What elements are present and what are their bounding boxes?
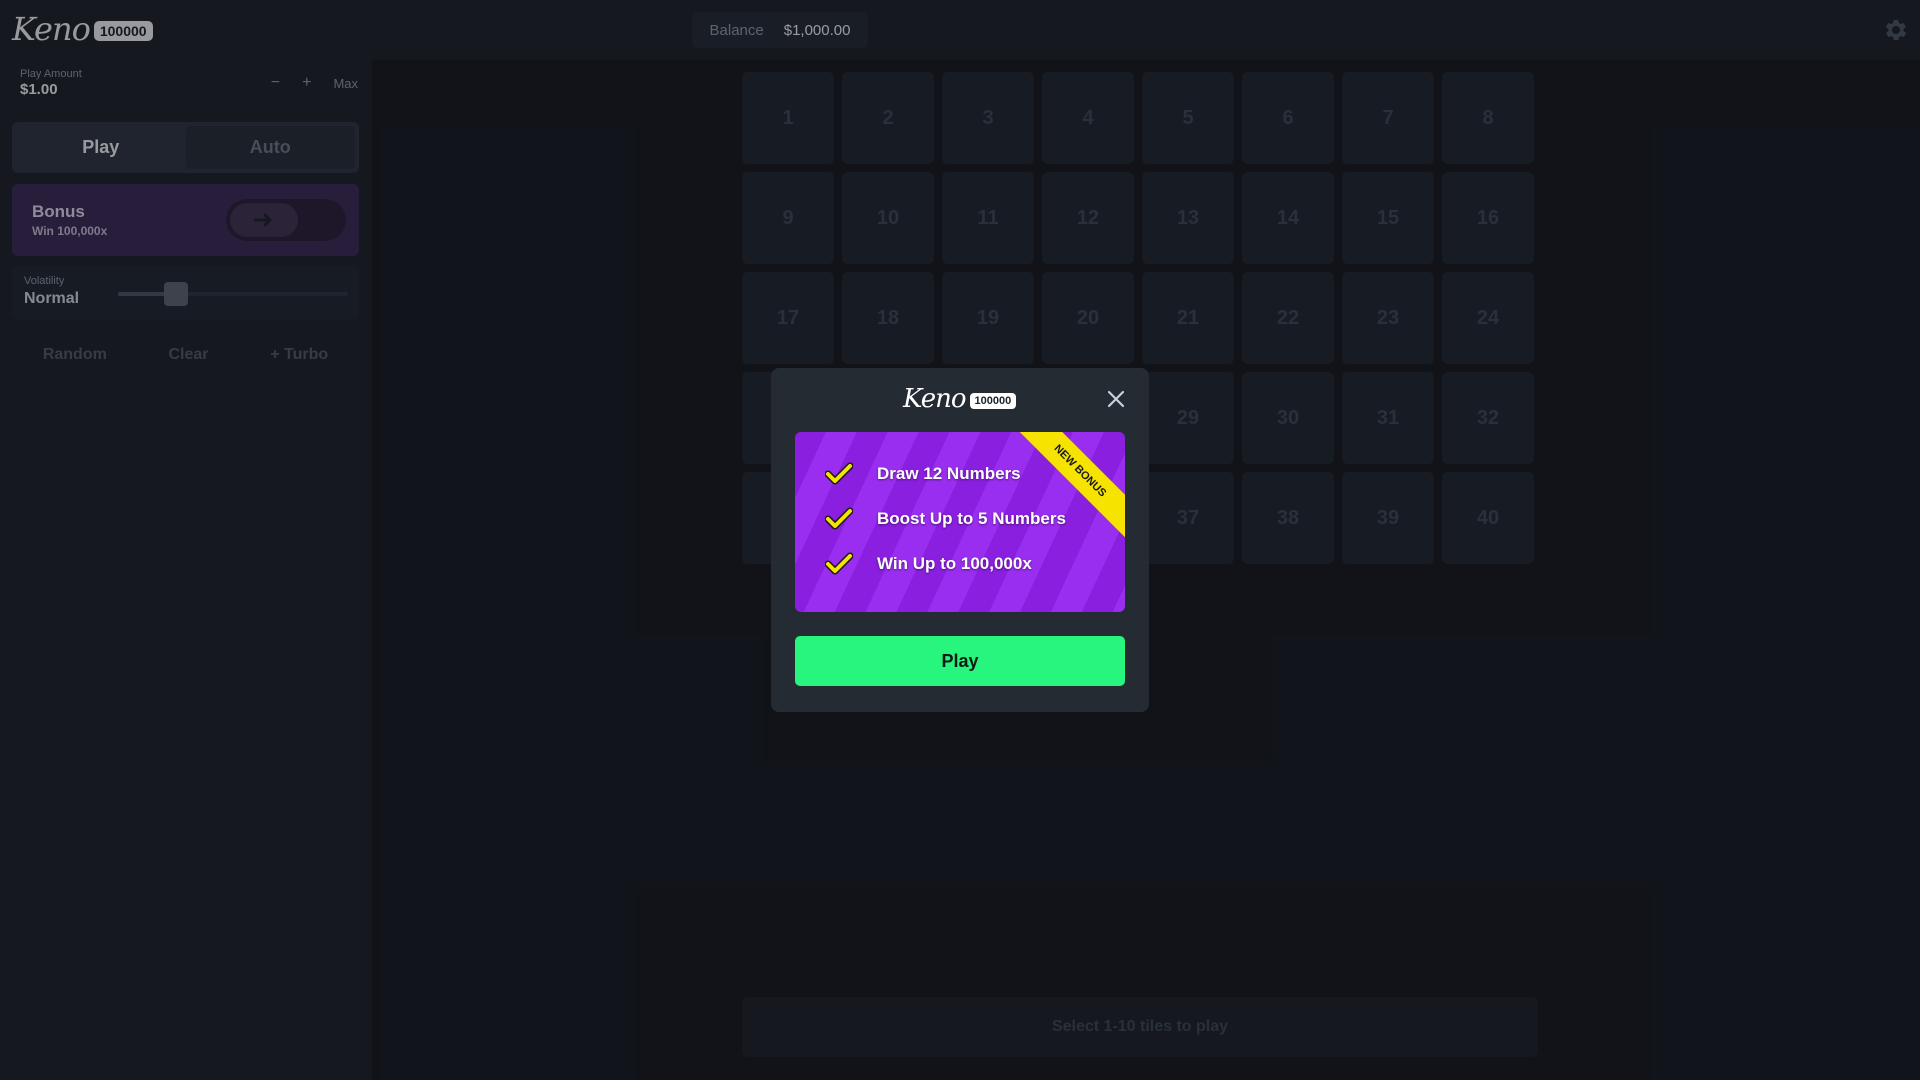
check-icon [825,507,853,530]
feature-row: Win Up to 100,000x [825,552,1032,576]
check-icon [825,552,853,575]
feature-text: Draw 12 Numbers [877,464,1021,483]
promo-panel: NEW BONUS Draw 12 Numbers Boost Up to 5 … [795,432,1125,612]
modal-logo: Keno 100000 [903,384,1017,414]
feature-text: Win Up to 100,000x [877,554,1032,573]
close-icon[interactable] [1105,388,1127,410]
feature-row: Draw 12 Numbers [825,462,1021,486]
feature-text: Boost Up to 5 Numbers [877,509,1066,528]
bonus-modal: Keno 100000 NEW BONUS Draw 12 Numbers Bo… [771,368,1149,712]
check-icon [825,462,853,485]
modal-logo-badge: 100000 [969,392,1017,409]
modal-logo-wordmark: Keno [903,384,967,414]
feature-row: Boost Up to 5 Numbers [825,507,1066,531]
play-button[interactable]: Play [795,636,1125,686]
